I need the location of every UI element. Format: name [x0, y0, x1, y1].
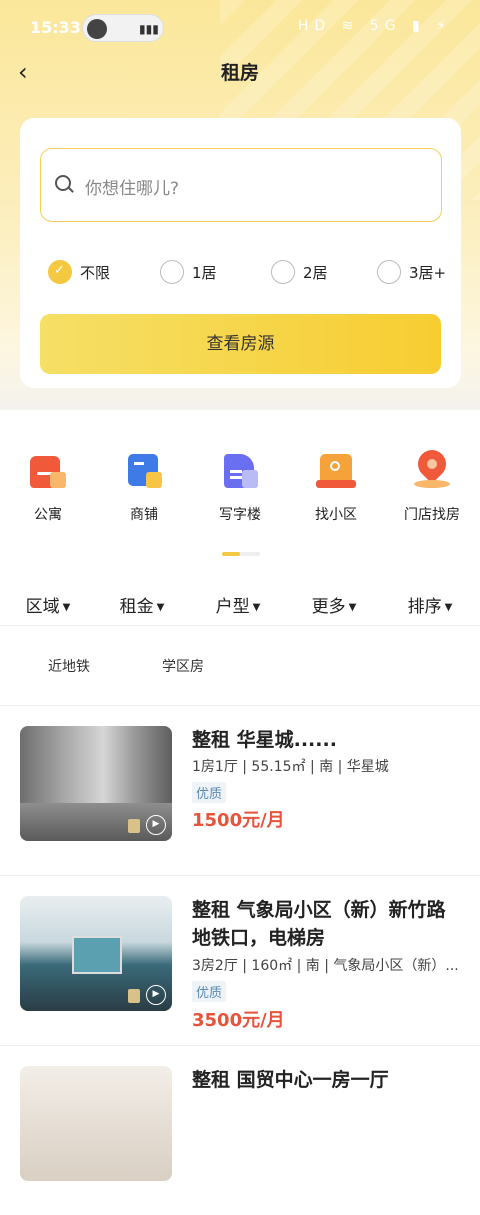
- caret-down-icon: ▼: [252, 601, 261, 613]
- category-grid: 公寓 商铺 写字楼 找小区 门店找房: [0, 444, 480, 540]
- listing-item[interactable]: ▶ 整租 华星城...... 1房1厅 | 55.15㎡ | 南 | 华星城 优…: [0, 705, 480, 875]
- listing-title: 整租 国贸中心一房一厅: [192, 1069, 389, 1091]
- page-title: 租房: [220, 62, 259, 84]
- status-bar: 15:33 ▮▮▮ HD ≋ 5G ▮ ⚡: [0, 0, 480, 56]
- status-icons: HD ≋ 5G ▮ ⚡: [297, 18, 452, 34]
- room-option-3plus[interactable]: 3居+: [377, 258, 446, 286]
- quick-tag-subway[interactable]: 近地铁: [48, 656, 90, 676]
- filter-more[interactable]: 更多 ▼: [286, 592, 382, 617]
- category-office[interactable]: 写字楼: [192, 450, 288, 524]
- listing-meta: 3房2厅 | 160㎡ | 南 | 气象局小区（新）...: [192, 958, 459, 974]
- nav-header: ‹ 租房: [0, 56, 480, 88]
- room-count-options: 不限 1居 2居 3居+: [48, 258, 448, 286]
- office-icon: [220, 450, 260, 490]
- media-playback-pill[interactable]: ▮▮▮: [82, 14, 164, 42]
- room-option-label: 3居+: [409, 263, 447, 282]
- category-apartment[interactable]: 公寓: [0, 450, 96, 524]
- filter-bar: 区域 ▼ 租金 ▼ 户型 ▼ 更多 ▼ 排序 ▼: [0, 582, 480, 626]
- category-label: 商铺: [130, 507, 158, 523]
- listing-price: 3500元/月: [192, 1010, 285, 1031]
- room-option-1[interactable]: 1居: [160, 258, 217, 286]
- listing-list: ▶ 整租 华星城...... 1房1厅 | 55.15㎡ | 南 | 华星城 优…: [0, 705, 480, 1215]
- filter-label: 排序: [407, 597, 442, 617]
- radio-icon: [160, 260, 184, 284]
- room-option-2[interactable]: 2居: [271, 258, 328, 286]
- listing-title: 整租 华星城......: [192, 729, 337, 751]
- search-placeholder: 你想住哪儿?: [85, 179, 180, 199]
- apartment-icon: [28, 450, 68, 490]
- listing-price: 1500元/月: [192, 810, 285, 831]
- search-card: 你想住哪儿? 不限 1居 2居 3居+ 查看房源: [20, 118, 461, 388]
- filter-sort[interactable]: 排序 ▼: [382, 592, 478, 617]
- carousel-page-indicator: [222, 552, 260, 556]
- page-indicator-active: [222, 552, 240, 556]
- filter-label: 更多: [311, 597, 346, 617]
- category-shop[interactable]: 商铺: [96, 450, 192, 524]
- filter-area[interactable]: 区域 ▼: [0, 592, 96, 617]
- caret-down-icon: ▼: [348, 601, 357, 613]
- listing-quality-tag: 优质: [192, 981, 227, 1002]
- radio-checked-icon: [48, 260, 72, 284]
- search-input[interactable]: 你想住哪儿?: [40, 148, 442, 222]
- quick-tags: 近地铁 学区房: [0, 650, 480, 682]
- search-icon: [55, 175, 71, 191]
- listing-item[interactable]: ▶ 整租 气象局小区（新）新竹路地铁口，电梯房 3房2厅 | 160㎡ | 南 …: [0, 875, 480, 1045]
- listing-item[interactable]: 整租 国贸中心一房一厅: [0, 1045, 480, 1215]
- listing-photo: [20, 1066, 172, 1181]
- store-location-icon: [412, 444, 452, 490]
- listing-photo: ▶: [20, 896, 172, 1011]
- category-label: 写字楼: [219, 507, 261, 523]
- listing-title: 整租 气象局小区（新）新竹路地铁口，电梯房: [192, 899, 446, 949]
- video-play-icon: ▶: [146, 815, 166, 835]
- filter-label: 区域: [25, 597, 60, 617]
- room-option-label: 不限: [80, 263, 111, 282]
- room-option-label: 2居: [303, 263, 328, 282]
- community-search-icon: [316, 450, 356, 490]
- shop-icon: [124, 450, 164, 490]
- room-option-any[interactable]: 不限: [48, 258, 110, 286]
- category-label: 门店找房: [404, 507, 460, 523]
- album-art-icon: [87, 19, 107, 39]
- caret-down-icon: ▼: [62, 601, 71, 613]
- listing-meta: 1房1厅 | 55.15㎡ | 南 | 华星城: [192, 759, 389, 775]
- filter-rent[interactable]: 租金 ▼: [94, 592, 190, 617]
- status-time: 15:33: [30, 18, 81, 37]
- audio-wave-icon: ▮▮▮: [139, 22, 159, 36]
- filter-label: 户型: [215, 597, 250, 617]
- category-label: 找小区: [315, 507, 357, 523]
- listing-quality-tag: 优质: [192, 782, 227, 803]
- category-community[interactable]: 找小区: [288, 450, 384, 524]
- caret-down-icon: ▼: [444, 601, 453, 613]
- caret-down-icon: ▼: [156, 601, 165, 613]
- filter-layout[interactable]: 户型 ▼: [190, 592, 286, 617]
- radio-icon: [271, 260, 295, 284]
- vr-icon: [128, 989, 140, 1003]
- vr-icon: [128, 819, 140, 833]
- category-label: 公寓: [34, 507, 62, 523]
- filter-label: 租金: [119, 597, 154, 617]
- category-store[interactable]: 门店找房: [384, 444, 480, 524]
- video-play-icon: ▶: [146, 985, 166, 1005]
- listing-photo: ▶: [20, 726, 172, 841]
- quick-tag-school[interactable]: 学区房: [162, 656, 204, 676]
- room-option-label: 1居: [192, 263, 217, 282]
- radio-icon: [377, 260, 401, 284]
- view-listings-button[interactable]: 查看房源: [40, 314, 441, 374]
